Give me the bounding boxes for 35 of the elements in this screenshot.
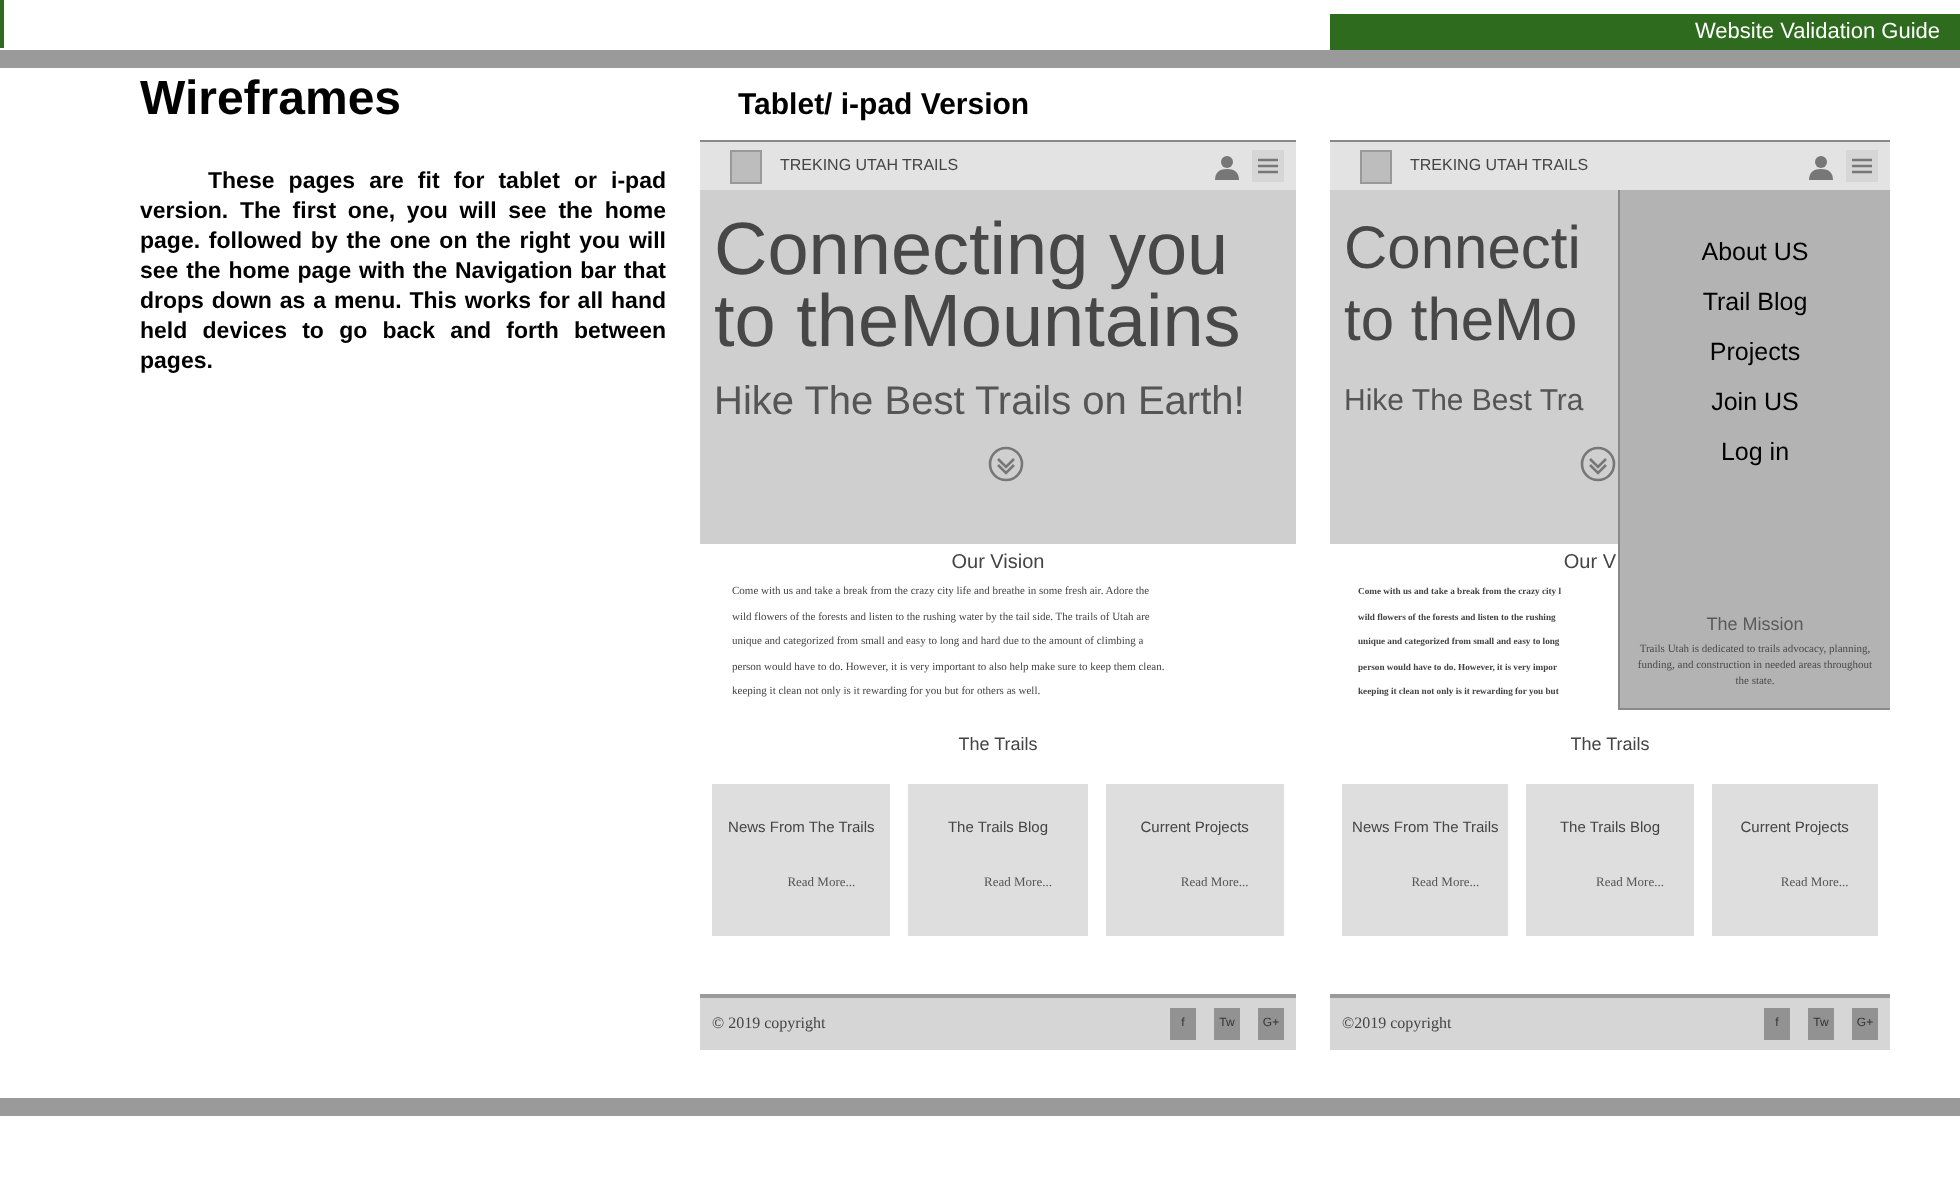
copyright-text: © 2019 copyright	[712, 1012, 826, 1036]
user-icon[interactable]	[1214, 153, 1240, 179]
section-heading: Our V	[1563, 552, 1616, 576]
hero-title: Connecti	[1344, 214, 1581, 286]
hero-subtitle: Hike The Best Tra	[1344, 382, 1584, 422]
menu-button[interactable]	[1846, 150, 1878, 182]
user-icon[interactable]	[1808, 153, 1834, 179]
intro-paragraph: These pages are fit for tablet or i-pad version. The first one, you will see the home page. followed by the one on the right you will see the home page with the Navigation bar that drops down as a menu. This works for all hand held devices to go back and forth between pages.	[140, 168, 666, 378]
logo-placeholder	[730, 149, 762, 183]
section-heading: The Trails	[1570, 733, 1650, 755]
menu-icon	[1852, 158, 1872, 174]
hero-title: to theMountains	[714, 286, 1241, 358]
section-heading: The Mission	[1706, 614, 1804, 636]
version-caption: Tablet/ i-pad Version	[738, 88, 1030, 124]
guide-title: Website Validation Guide	[1695, 17, 1940, 48]
menu-item[interactable]: Join US	[1711, 378, 1799, 428]
menu-item[interactable]: Log in	[1720, 428, 1790, 478]
hero-title: Connecting you	[714, 214, 1229, 286]
hero-subtitle: Hike The Best Trails on Earth!	[714, 378, 1245, 426]
page-title: Wireframes	[140, 72, 402, 128]
section-heading: Our Vision	[951, 552, 1045, 576]
hero-title: to theMo	[1344, 286, 1578, 358]
menu-item[interactable]: About US	[1701, 228, 1809, 278]
menu-button[interactable]	[1252, 150, 1284, 182]
menu-item[interactable]: Projects	[1709, 328, 1801, 378]
brand-name[interactable]: TREKING UTAH TRAILS	[780, 154, 959, 178]
menu-icon	[1258, 158, 1278, 174]
brand-name[interactable]: TREKING UTAH TRAILS	[1410, 154, 1589, 178]
copyright-text: ©2019 copyright	[1342, 1012, 1452, 1036]
logo-placeholder	[1360, 149, 1392, 183]
menu-item[interactable]: Trail Blog	[1702, 278, 1808, 328]
chevron-down-icon[interactable]	[1580, 446, 1616, 482]
section-heading: The Trails	[958, 733, 1038, 755]
chevron-down-icon[interactable]	[987, 446, 1023, 482]
accent-mark	[0, 0, 4, 48]
